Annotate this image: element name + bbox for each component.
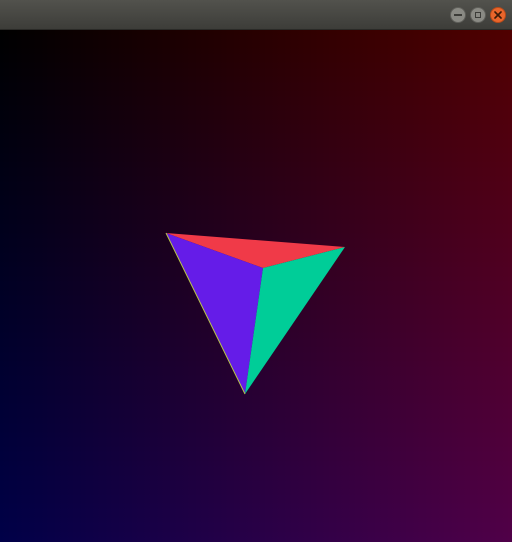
maximize-button[interactable] xyxy=(470,7,486,23)
close-button[interactable] xyxy=(490,7,506,23)
tetrahedron xyxy=(165,232,345,395)
maximize-icon xyxy=(475,12,481,18)
render-viewport[interactable] xyxy=(0,30,512,542)
title-bar[interactable] xyxy=(0,0,512,30)
minimize-button[interactable] xyxy=(450,7,466,23)
minimize-icon xyxy=(454,14,462,16)
application-window xyxy=(0,0,512,542)
close-icon xyxy=(494,11,502,19)
